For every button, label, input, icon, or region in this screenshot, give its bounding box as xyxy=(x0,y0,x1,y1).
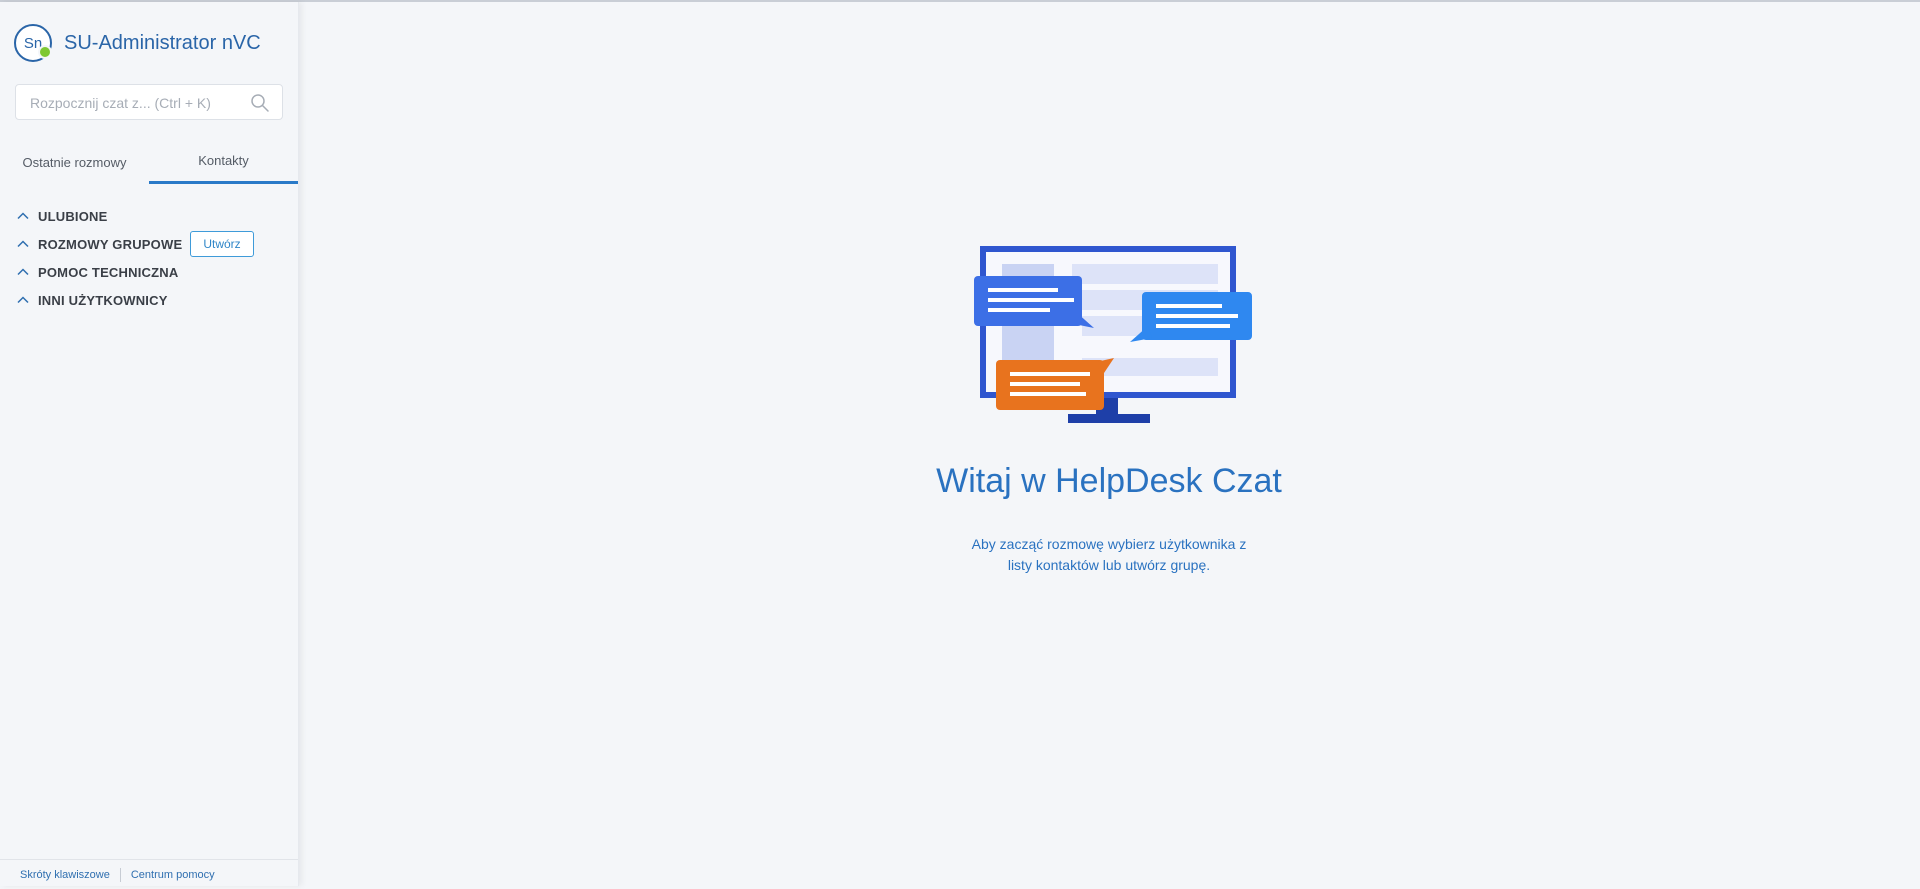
sidebar-tabs: Ostatnie rozmowy Kontakty xyxy=(0,140,298,184)
sidebar-footer: Skróty klawiszowe Centrum pomocy xyxy=(0,859,298,889)
profile-name: SU-Administrator nVC xyxy=(64,31,261,54)
group-tech-support[interactable]: POMOC TECHNICZNA xyxy=(16,258,286,286)
group-label: POMOC TECHNICZNA xyxy=(38,264,179,280)
group-label: INNI UŻYTKOWNICY xyxy=(38,292,168,308)
search-input[interactable] xyxy=(28,85,252,121)
welcome-subtitle: Aby zacząć rozmowę wybierz użytkownika z… xyxy=(971,536,1247,573)
online-status-dot xyxy=(38,45,52,59)
chevron-up-icon xyxy=(17,268,29,276)
group-label: ROZMOWY GRUPOWE xyxy=(38,236,183,252)
chevron-up-icon xyxy=(17,212,29,220)
search-box xyxy=(15,84,283,121)
group-label: ULUBIONE xyxy=(38,208,108,224)
chevron-up-icon xyxy=(17,240,29,248)
welcome-title: Witaj w HelpDesk Czat xyxy=(936,462,1282,500)
help-center-link[interactable]: Centrum pomocy xyxy=(131,869,215,881)
chevron-up-icon xyxy=(17,296,29,304)
tab-recent-conversations[interactable]: Ostatnie rozmowy xyxy=(0,140,149,184)
main-panel: Witaj w HelpDesk Czat Aby zacząć rozmowę… xyxy=(298,2,1920,886)
keyboard-shortcuts-link[interactable]: Skróty klawiszowe xyxy=(20,869,110,881)
footer-divider xyxy=(119,867,121,882)
group-group-chats[interactable]: ROZMOWY GRUPOWE Utwórz xyxy=(16,230,286,258)
contact-groups: ULUBIONE ROZMOWY GRUPOWE Utwórz POMOC TE… xyxy=(16,202,286,314)
search-icon[interactable] xyxy=(250,93,270,113)
group-other-users[interactable]: INNI UŻYTKOWNICY xyxy=(16,286,286,314)
tab-contacts[interactable]: Kontakty xyxy=(149,140,298,184)
monitor-chat-illustration xyxy=(974,246,1252,423)
group-favorites[interactable]: ULUBIONE xyxy=(16,202,286,230)
create-group-button[interactable]: Utwórz xyxy=(190,231,254,257)
avatar[interactable]: Sn xyxy=(14,24,52,62)
sidebar: Sn SU-Administrator nVC Ostatnie rozmowy… xyxy=(0,2,299,886)
user-profile[interactable]: Sn SU-Administrator nVC xyxy=(14,22,261,64)
